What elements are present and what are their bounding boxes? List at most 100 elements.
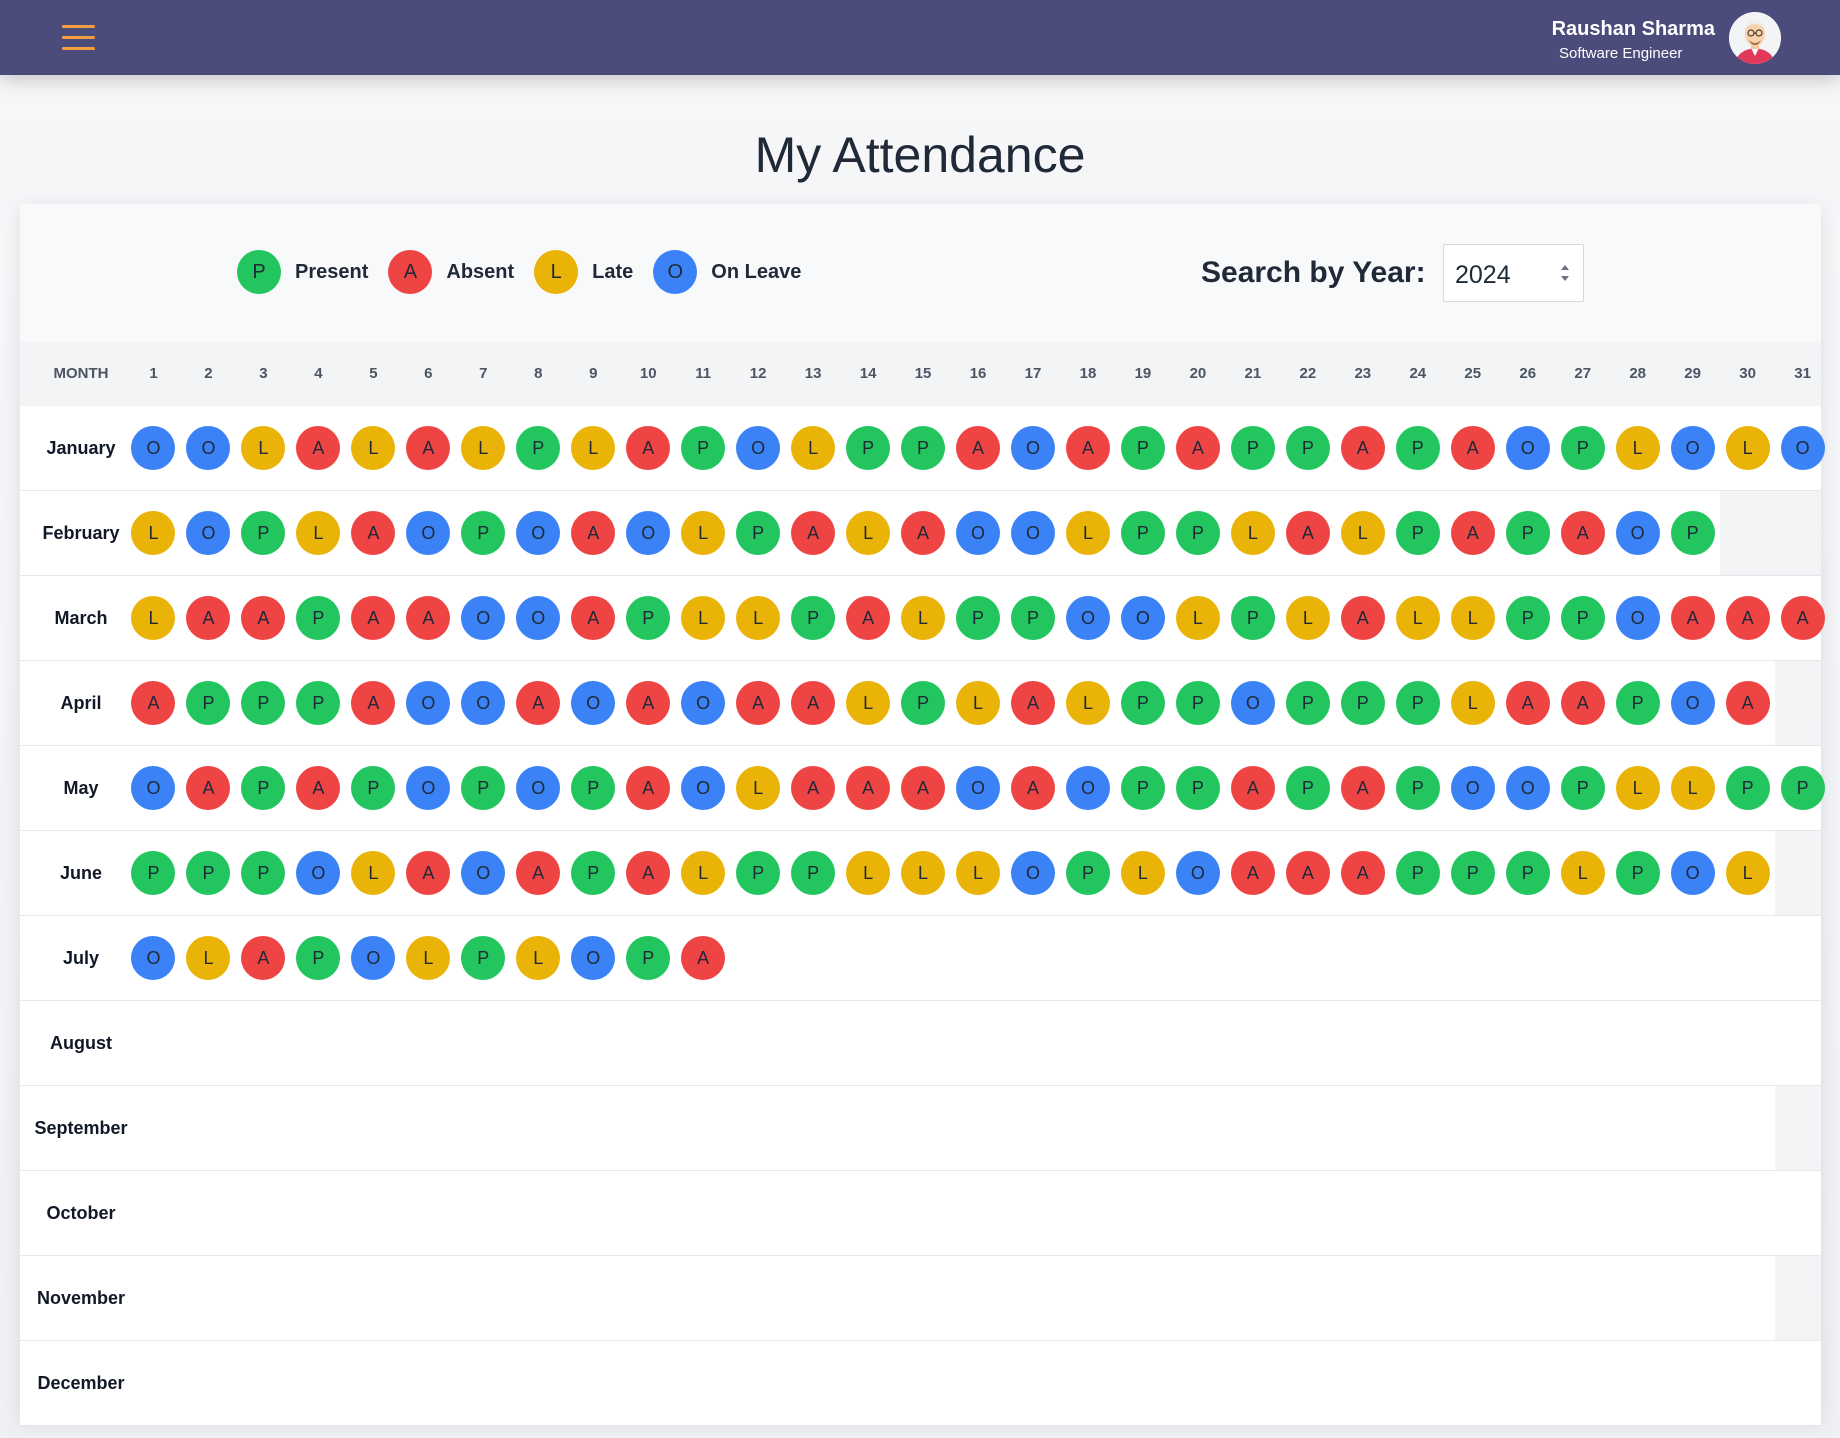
attendance-day-badge[interactable]: O: [1670, 851, 1715, 895]
attendance-day-badge[interactable]: L: [406, 936, 451, 980]
attendance-day-badge[interactable]: L: [1615, 766, 1660, 810]
attendance-day-badge[interactable]: A: [791, 766, 836, 810]
attendance-day-badge[interactable]: A: [626, 681, 671, 725]
attendance-day-badge[interactable]: O: [1065, 766, 1110, 810]
attendance-day-badge[interactable]: P: [1120, 681, 1165, 725]
attendance-day-badge[interactable]: O: [736, 426, 781, 470]
attendance-day-badge[interactable]: L: [1340, 511, 1385, 555]
attendance-day-badge[interactable]: P: [296, 936, 341, 980]
attendance-day-badge[interactable]: O: [956, 766, 1001, 810]
attendance-day-badge[interactable]: O: [681, 766, 726, 810]
attendance-day-badge[interactable]: A: [406, 851, 451, 895]
attendance-day-badge[interactable]: L: [241, 426, 286, 470]
attendance-day-badge[interactable]: P: [1011, 596, 1055, 640]
attendance-day-badge[interactable]: O: [1670, 681, 1715, 725]
attendance-day-badge[interactable]: P: [186, 681, 231, 725]
attendance-day-badge[interactable]: P: [1395, 766, 1440, 810]
attendance-day-badge[interactable]: P: [956, 596, 1001, 640]
attendance-day-badge[interactable]: L: [1175, 596, 1220, 640]
attendance-day-badge[interactable]: A: [296, 426, 341, 470]
attendance-day-badge[interactable]: A: [1340, 766, 1385, 810]
attendance-day-badge[interactable]: P: [1560, 596, 1605, 640]
attendance-day-badge[interactable]: P: [626, 596, 671, 640]
attendance-day-badge[interactable]: P: [1615, 681, 1660, 725]
attendance-day-badge[interactable]: P: [1450, 851, 1495, 895]
attendance-day-badge[interactable]: O: [1615, 596, 1660, 640]
attendance-day-badge[interactable]: L: [461, 426, 506, 470]
attendance-day-badge[interactable]: A: [1560, 681, 1605, 725]
attendance-day-badge[interactable]: P: [846, 426, 891, 470]
attendance-day-badge[interactable]: L: [1560, 851, 1605, 895]
attendance-day-badge[interactable]: A: [626, 766, 671, 810]
attendance-day-badge[interactable]: L: [1450, 596, 1495, 640]
attendance-day-badge[interactable]: P: [131, 851, 176, 895]
attendance-day-badge[interactable]: L: [131, 596, 176, 640]
attendance-day-badge[interactable]: L: [791, 426, 836, 470]
attendance-day-badge[interactable]: L: [1120, 851, 1165, 895]
attendance-day-badge[interactable]: O: [571, 936, 616, 980]
attendance-day-badge[interactable]: L: [736, 596, 781, 640]
attendance-day-badge[interactable]: O: [186, 511, 231, 555]
attendance-day-badge[interactable]: P: [681, 426, 726, 470]
attendance-day-badge[interactable]: O: [1615, 511, 1660, 555]
attendance-day-badge[interactable]: P: [1120, 511, 1165, 555]
attendance-day-badge[interactable]: P: [571, 851, 616, 895]
attendance-day-badge[interactable]: A: [1285, 511, 1330, 555]
attendance-day-badge[interactable]: L: [956, 851, 1001, 895]
attendance-day-badge[interactable]: A: [1285, 851, 1330, 895]
spin-up-icon[interactable]: [1561, 265, 1569, 270]
attendance-day-badge[interactable]: P: [736, 851, 781, 895]
attendance-day-badge[interactable]: L: [1285, 596, 1330, 640]
attendance-day-badge[interactable]: O: [626, 511, 671, 555]
attendance-day-badge[interactable]: L: [846, 851, 891, 895]
attendance-day-badge[interactable]: L: [1615, 426, 1660, 470]
attendance-day-badge[interactable]: A: [241, 936, 286, 980]
attendance-day-badge[interactable]: A: [846, 766, 891, 810]
attendance-day-badge[interactable]: P: [1175, 681, 1220, 725]
attendance-day-badge[interactable]: L: [296, 511, 341, 555]
attendance-day-badge[interactable]: P: [1505, 511, 1550, 555]
hamburger-menu-icon[interactable]: [62, 25, 95, 51]
attendance-day-badge[interactable]: P: [1285, 426, 1330, 470]
attendance-day-badge[interactable]: A: [1340, 426, 1385, 470]
attendance-day-badge[interactable]: P: [461, 936, 506, 980]
attendance-day-badge[interactable]: O: [1505, 426, 1550, 470]
attendance-day-badge[interactable]: L: [901, 851, 946, 895]
attendance-day-badge[interactable]: L: [681, 596, 726, 640]
attendance-day-badge[interactable]: P: [1395, 681, 1440, 725]
attendance-day-badge[interactable]: A: [351, 681, 396, 725]
attendance-day-badge[interactable]: O: [1230, 681, 1275, 725]
attendance-day-badge[interactable]: A: [186, 596, 231, 640]
attendance-day-badge[interactable]: O: [1505, 766, 1550, 810]
attendance-day-badge[interactable]: A: [1230, 766, 1275, 810]
attendance-day-badge[interactable]: P: [1065, 851, 1110, 895]
attendance-day-badge[interactable]: A: [1065, 426, 1110, 470]
year-number-input[interactable]: 2024: [1443, 244, 1584, 302]
attendance-day-badge[interactable]: A: [1011, 766, 1055, 810]
attendance-day-badge[interactable]: P: [1670, 511, 1715, 555]
attendance-day-badge[interactable]: O: [1011, 426, 1055, 470]
attendance-day-badge[interactable]: P: [1175, 766, 1220, 810]
attendance-day-badge[interactable]: A: [791, 511, 836, 555]
attendance-day-badge[interactable]: P: [1120, 766, 1165, 810]
attendance-day-badge[interactable]: A: [1011, 681, 1055, 725]
attendance-day-badge[interactable]: P: [1505, 851, 1550, 895]
attendance-day-badge[interactable]: A: [351, 596, 396, 640]
attendance-day-badge[interactable]: A: [571, 511, 616, 555]
attendance-day-badge[interactable]: A: [351, 511, 396, 555]
attendance-day-badge[interactable]: L: [901, 596, 946, 640]
attendance-day-badge[interactable]: A: [1230, 851, 1275, 895]
attendance-day-badge[interactable]: P: [1175, 511, 1220, 555]
attendance-day-badge[interactable]: P: [461, 511, 506, 555]
attendance-day-badge[interactable]: A: [626, 851, 671, 895]
attendance-day-badge[interactable]: O: [461, 681, 506, 725]
attendance-day-badge[interactable]: A: [1175, 426, 1220, 470]
attendance-day-badge[interactable]: L: [1450, 681, 1495, 725]
attendance-day-badge[interactable]: L: [1670, 766, 1715, 810]
attendance-day-badge[interactable]: O: [461, 851, 506, 895]
attendance-day-badge[interactable]: O: [516, 596, 561, 640]
attendance-day-badge[interactable]: A: [681, 936, 726, 980]
attendance-day-badge[interactable]: O: [461, 596, 506, 640]
attendance-day-badge[interactable]: A: [1670, 596, 1715, 640]
attendance-day-badge[interactable]: P: [461, 766, 506, 810]
